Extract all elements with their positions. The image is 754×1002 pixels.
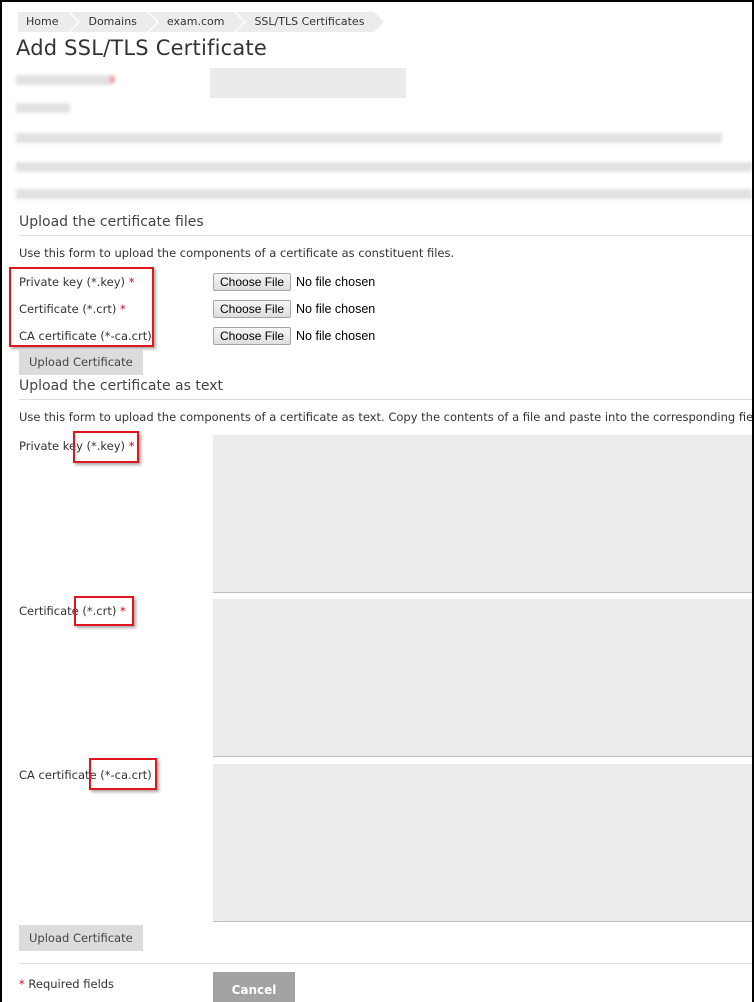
breadcrumb: Home Domains exam.com SSL/TLS Certificat… — [18, 12, 385, 32]
private-key-textarea[interactable] — [213, 435, 752, 593]
page: Home Domains exam.com SSL/TLS Certificat… — [2, 2, 752, 1002]
text-certificate-label: Certificate (*.crt) * — [19, 604, 126, 618]
required-mark: * — [120, 604, 126, 618]
upload-text-button[interactable]: Upload Certificate — [19, 925, 143, 951]
file-private-key-label: Private key (*.key) * — [19, 275, 135, 289]
blurred-settings-label — [16, 103, 70, 113]
file-certificate-label: Certificate (*.crt) * — [19, 302, 126, 316]
blurred-text-line — [16, 189, 752, 199]
choose-file-button[interactable]: Choose File — [213, 300, 292, 318]
breadcrumb-ssl-certificates[interactable]: SSL/TLS Certificates — [236, 12, 385, 32]
blurred-text-line — [16, 133, 722, 143]
required-mark: * — [19, 977, 25, 991]
breadcrumb-home[interactable]: Home — [18, 12, 82, 32]
divider — [19, 963, 752, 964]
certificate-textarea[interactable] — [213, 599, 752, 757]
choose-file-button[interactable]: Choose File — [213, 273, 292, 291]
required-mark: * — [128, 439, 135, 453]
required-fields-note: * Required fields — [19, 977, 115, 991]
page-title: Add SSL/TLS Certificate — [16, 36, 267, 60]
text-ca-certificate-label: CA certificate (*-ca.crt) — [19, 768, 152, 782]
breadcrumb-domains[interactable]: Domains — [70, 12, 160, 32]
text-section-description: Use this form to upload the components o… — [19, 410, 752, 424]
choose-file-button[interactable]: Choose File — [213, 327, 292, 345]
upload-files-button[interactable]: Upload Certificate — [19, 349, 143, 375]
blurred-required-mark — [110, 76, 115, 83]
file-ca-certificate-input[interactable]: Choose File No file chosen — [213, 326, 375, 346]
file-private-key-input[interactable]: Choose File No file chosen — [213, 272, 375, 292]
file-section-title: Upload the certificate files — [19, 214, 752, 236]
file-status: No file chosen — [296, 302, 376, 316]
text-private-key-label: Private key (*.key) * — [19, 439, 135, 453]
cancel-button[interactable]: Cancel — [213, 972, 295, 1002]
blurred-text-line — [16, 162, 752, 172]
file-status: No file chosen — [296, 275, 376, 289]
ca-certificate-textarea[interactable] — [213, 764, 752, 922]
required-mark: * — [128, 275, 135, 289]
blurred-name-label — [16, 75, 112, 85]
file-section-description: Use this form to upload the components o… — [19, 246, 455, 260]
text-section-title: Upload the certificate as text — [19, 378, 752, 400]
file-status: No file chosen — [296, 329, 376, 343]
blurred-name-input[interactable] — [210, 68, 406, 98]
file-certificate-input[interactable]: Choose File No file chosen — [213, 299, 375, 319]
required-mark: * — [120, 302, 126, 316]
file-ca-certificate-label: CA certificate (*-ca.crt) — [19, 329, 152, 343]
breadcrumb-domain[interactable]: exam.com — [148, 12, 246, 32]
